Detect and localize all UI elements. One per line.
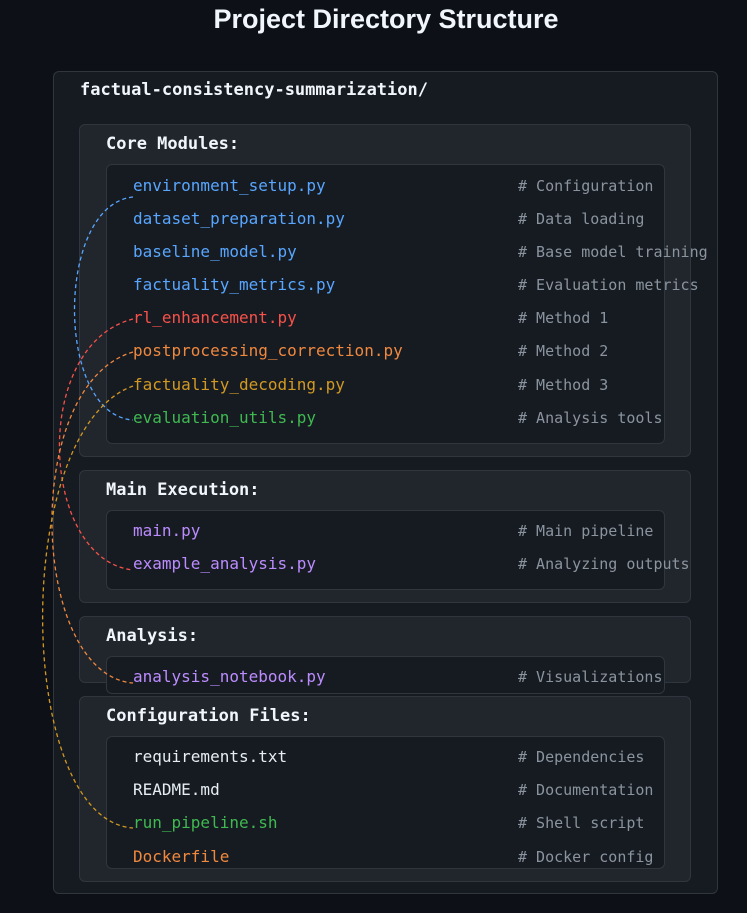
file-environment-setup[interactable]: environment_setup.py: [133, 176, 326, 196]
file-requirements[interactable]: requirements.txt: [133, 747, 287, 767]
comment-rl-enhancement: # Method 1: [518, 309, 609, 327]
file-example-analysis[interactable]: example_analysis.py: [133, 554, 316, 574]
page-title: Project Directory Structure: [213, 4, 559, 34]
comment-readme: # Documentation: [518, 781, 654, 799]
file-analysis-notebook[interactable]: analysis_notebook.py: [133, 667, 326, 687]
file-rl-enhancement[interactable]: rl_enhancement.py: [133, 308, 297, 328]
section-title-analysis: Analysis:: [106, 626, 199, 646]
comment-analysis-notebook: # Visualizations: [518, 668, 663, 686]
file-baseline-model[interactable]: baseline_model.py: [133, 242, 297, 262]
comment-baseline-model: # Base model training: [518, 243, 708, 261]
comment-example-analysis: # Analyzing outputs: [518, 555, 690, 573]
comment-dataset-preparation: # Data loading: [518, 210, 645, 228]
core-modules-file-list: [106, 164, 665, 444]
section-title-core-modules: Core Modules:: [106, 134, 240, 154]
comment-environment-setup: # Configuration: [518, 177, 654, 195]
comment-factuality-decoding: # Method 3: [518, 376, 609, 394]
file-main[interactable]: main.py: [133, 521, 200, 541]
root-directory-name: factual-consistency-summarization/: [80, 80, 428, 100]
file-evaluation-utils[interactable]: evaluation_utils.py: [133, 408, 316, 428]
comment-postprocessing-correction: # Method 2: [518, 342, 609, 360]
file-factuality-metrics[interactable]: factuality_metrics.py: [133, 275, 335, 295]
section-title-main-execution: Main Execution:: [106, 480, 260, 500]
file-readme[interactable]: README.md: [133, 780, 220, 800]
file-postprocessing-correction[interactable]: postprocessing_correction.py: [133, 341, 403, 361]
comment-main: # Main pipeline: [518, 522, 654, 540]
comment-evaluation-utils: # Analysis tools: [518, 409, 663, 427]
comment-dockerfile: # Docker config: [518, 848, 654, 866]
file-run-pipeline[interactable]: run_pipeline.sh: [133, 813, 278, 833]
comment-run-pipeline: # Shell script: [518, 814, 645, 832]
comment-requirements: # Dependencies: [518, 748, 645, 766]
file-dataset-preparation[interactable]: dataset_preparation.py: [133, 209, 345, 229]
comment-factuality-metrics: # Evaluation metrics: [518, 276, 699, 294]
file-factuality-decoding[interactable]: factuality_decoding.py: [133, 375, 345, 395]
file-dockerfile[interactable]: Dockerfile: [133, 847, 229, 867]
section-title-configuration-files: Configuration Files:: [106, 706, 311, 726]
